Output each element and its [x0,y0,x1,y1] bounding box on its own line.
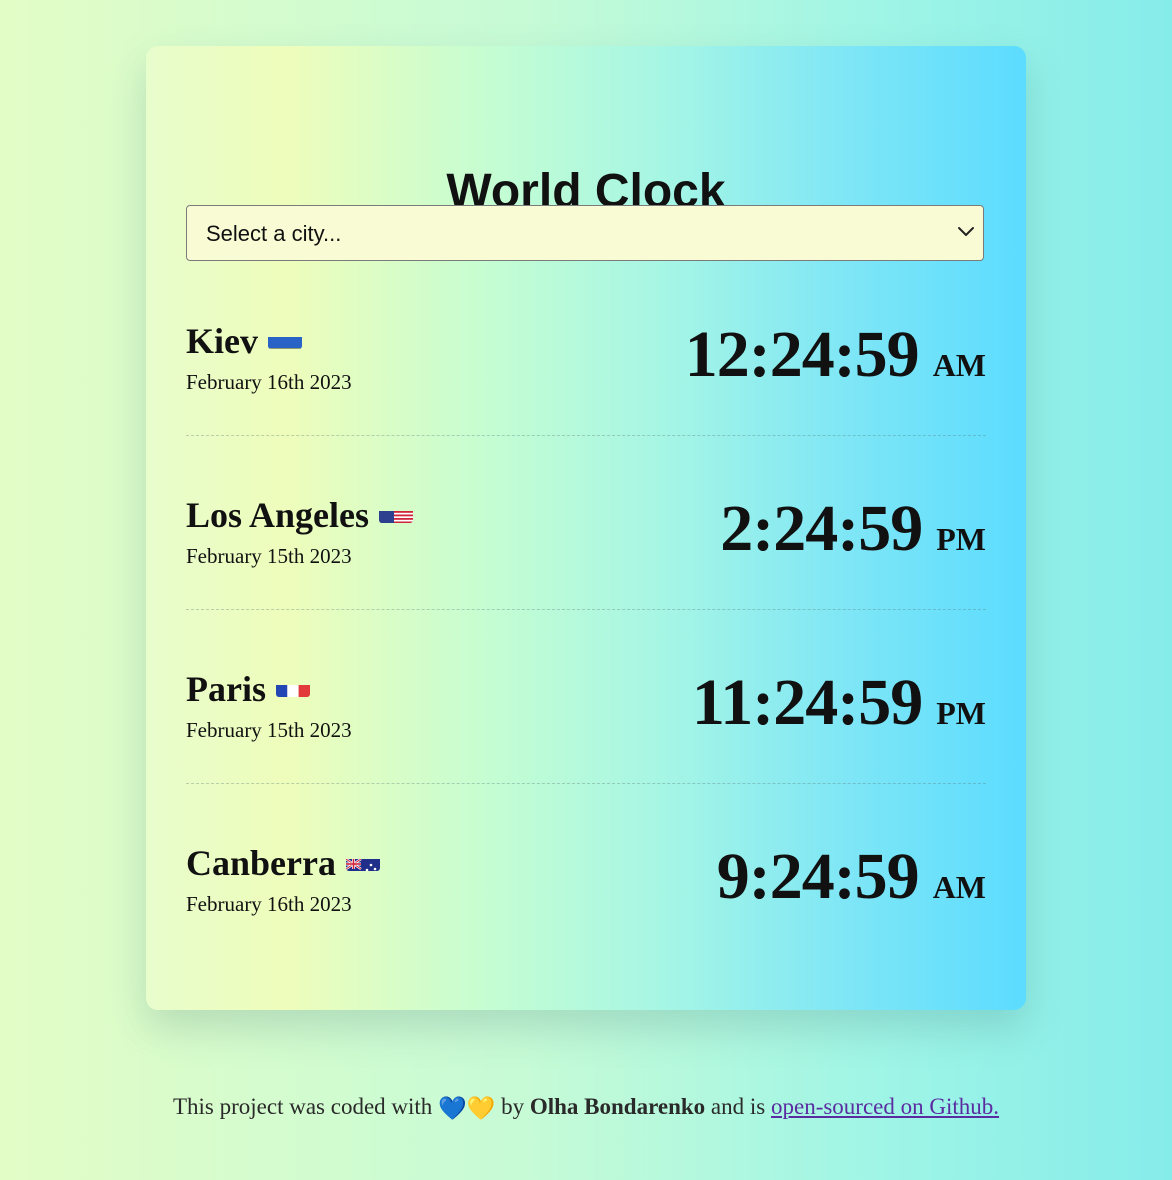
city-select-value: Select a city... [206,221,342,246]
chevron-down-icon [958,227,974,236]
world-clock-card: World Clock Select a city... Kiev Februa… [146,46,1026,1010]
city-time: 2:24:59 PM [720,493,986,565]
footer: This project was coded with 💙💛 by Olha B… [0,1092,1172,1124]
divider [186,609,986,610]
ampm-label: AM [932,347,986,383]
divider [186,435,986,436]
city-name: Kiev [186,319,302,363]
city-date: February 15th 2023 [186,718,352,742]
time-digits: 2:24:59 [720,492,923,565]
australia-flag-icon [345,848,380,871]
time-digits: 12:24:59 [684,318,920,391]
city-name: Los Angeles [186,493,414,537]
footer-prefix: This project was coded with [172,1094,433,1119]
author-name: Olha Bondarenko [529,1094,706,1119]
city-time: 9:24:59 AM [717,841,986,913]
divider [186,783,986,784]
city-time: 12:24:59 AM [685,319,986,391]
ampm-label: AM [932,869,986,905]
city-name-label: Paris [186,669,266,709]
city-row-paris: Paris February 15th 2023 11:24:59 PM [186,667,986,841]
city-date: February 16th 2023 [186,892,352,916]
city-name: Canberra [186,841,380,885]
time-digits: 11:24:59 [691,666,923,739]
city-row-los-angeles: Los Angeles February 15th 2023 2:24:59 PM [186,493,986,667]
city-name-label: Kiev [186,321,258,361]
city-select[interactable]: Select a city... [186,205,984,261]
footer-by: by [501,1094,525,1119]
github-link[interactable]: open-sourced on Github. [771,1094,999,1119]
france-flag-icon [275,674,310,697]
ampm-label: PM [936,521,986,557]
usa-flag-icon [379,500,414,523]
hearts-icon: 💙💛 [438,1096,496,1121]
city-name-label: Los Angeles [186,495,370,535]
ampm-label: PM [936,695,986,731]
ukraine-flag-icon [267,326,302,349]
time-digits: 9:24:59 [716,840,920,913]
city-time: 11:24:59 PM [692,667,986,739]
city-row-kiev: Kiev February 16th 2023 12:24:59 AM [186,319,986,493]
city-date: February 16th 2023 [186,370,352,394]
footer-middle: and is [710,1094,766,1119]
city-name-label: Canberra [186,843,336,883]
city-date: February 15th 2023 [186,544,352,568]
city-row-canberra: Canberra February 16th 2023 9:24:59 AM [186,841,986,1015]
city-name: Paris [186,667,310,711]
